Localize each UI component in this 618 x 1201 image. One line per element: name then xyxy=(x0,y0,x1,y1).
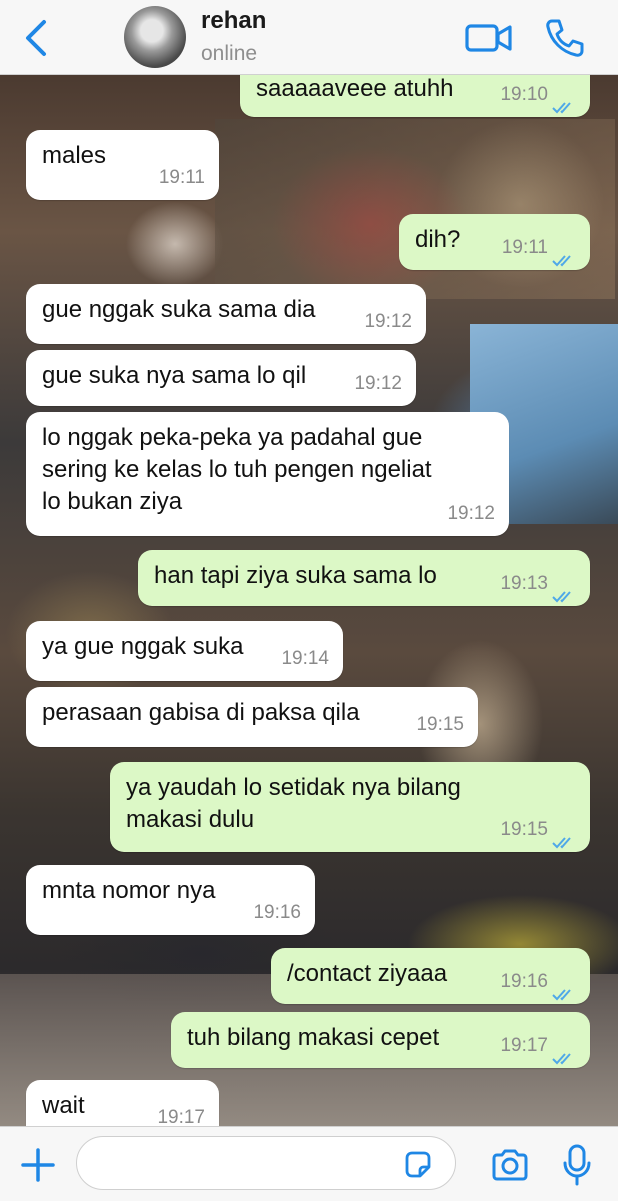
message-text: saaaaaveee atuhh xyxy=(256,75,454,102)
avatar[interactable] xyxy=(124,6,186,68)
message-input[interactable] xyxy=(76,1136,456,1190)
message-text: mnta nomor nya xyxy=(42,877,216,904)
message-time: 19:12 xyxy=(364,311,412,332)
message-text: dih? xyxy=(415,226,461,253)
message-time: 19:14 xyxy=(281,648,329,669)
double-check-icon xyxy=(552,1044,578,1065)
contact-status: online xyxy=(201,42,258,65)
message-time: 19:10 xyxy=(500,84,548,105)
double-check-icon xyxy=(552,246,578,267)
message-time: 19:15 xyxy=(416,714,464,735)
message-time: 19:17 xyxy=(500,1035,548,1056)
message-text: gue suka nya sama lo qil xyxy=(42,362,307,389)
message-text: lo nggak peka-peka ya padahal gue sering… xyxy=(42,424,432,515)
outgoing-message[interactable]: dih? 19:11 xyxy=(399,214,590,270)
double-check-icon xyxy=(552,582,578,603)
message-time: 19:12 xyxy=(354,373,402,394)
chat-header: rehan online xyxy=(0,0,618,75)
incoming-message[interactable]: gue suka nya sama lo qil 19:12 xyxy=(26,350,416,406)
outgoing-message[interactable]: tuh bilang makasi cepet 19:17 xyxy=(171,1012,590,1068)
outgoing-message[interactable]: han tapi ziya suka sama lo 19:13 xyxy=(138,550,590,606)
message-time: 19:12 xyxy=(447,503,495,524)
incoming-message[interactable]: males 19:11 xyxy=(26,130,219,200)
message-time: 19:11 xyxy=(501,237,548,258)
message-time: 19:16 xyxy=(253,902,301,923)
message-text: males xyxy=(42,142,107,169)
incoming-message[interactable]: gue nggak suka sama dia 19:12 xyxy=(26,284,426,344)
plus-icon[interactable] xyxy=(20,1147,56,1183)
message-text: perasaan gabisa di paksa qila xyxy=(42,699,360,726)
message-time: 19:11 xyxy=(158,167,205,188)
message-time: 19:13 xyxy=(500,573,548,594)
message-time: 19:15 xyxy=(500,819,548,840)
message-text: ya gue nggak suka xyxy=(42,633,244,660)
outgoing-message[interactable]: ya yaudah lo setidak nya bilang makasi d… xyxy=(110,762,590,852)
incoming-message[interactable]: perasaan gabisa di paksa qila 19:15 xyxy=(26,687,478,747)
message-text: tuh bilang makasi cepet xyxy=(187,1024,440,1051)
message-text: ya yaudah lo setidak nya bilang makasi d… xyxy=(126,774,461,833)
contact-name[interactable]: rehan xyxy=(201,7,266,35)
microphone-icon[interactable] xyxy=(560,1143,594,1187)
message-text: wait xyxy=(42,1092,85,1119)
chevron-left-icon[interactable] xyxy=(18,16,58,60)
composer-bar xyxy=(0,1126,618,1201)
incoming-message[interactable]: lo nggak peka-peka ya padahal gue sering… xyxy=(26,412,509,536)
double-check-icon xyxy=(552,980,578,1001)
video-camera-icon[interactable] xyxy=(464,18,514,58)
background-poster xyxy=(215,119,615,299)
message-time: 19:16 xyxy=(500,971,548,992)
phone-icon[interactable] xyxy=(543,16,587,60)
message-text: gue nggak suka sama dia xyxy=(42,296,316,323)
camera-icon[interactable] xyxy=(490,1147,530,1183)
outgoing-message[interactable]: /contact ziyaaa 19:16 xyxy=(271,948,590,1004)
incoming-message[interactable]: mnta nomor nya 19:16 xyxy=(26,865,315,935)
double-check-icon xyxy=(552,93,578,114)
incoming-message[interactable]: ya gue nggak suka 19:14 xyxy=(26,621,343,681)
outgoing-message[interactable]: saaaaaveee atuhh 19:10 xyxy=(240,73,590,117)
double-check-icon xyxy=(552,828,578,849)
message-text: han tapi ziya suka sama lo xyxy=(154,562,437,589)
sticker-icon[interactable] xyxy=(402,1149,434,1181)
message-text: /contact ziyaaa xyxy=(287,960,448,987)
